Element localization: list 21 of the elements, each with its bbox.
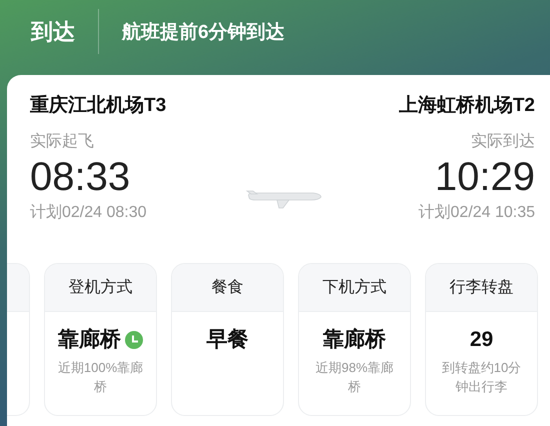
arrival-time: 10:29 <box>434 154 535 200</box>
tile-title: 下机方式 <box>322 278 386 298</box>
departure-label: 实际起飞 <box>30 132 95 152</box>
tile-value: 靠廊桥 <box>323 326 386 353</box>
arrival-label: 实际到达 <box>471 132 535 152</box>
page-title: 到达 <box>31 18 75 46</box>
tile-note: 到转盘约10分钟出行李 <box>440 359 522 396</box>
planned-departure: 计划02/24 08:30 <box>30 202 148 223</box>
departure-airport: 重庆江北机场T3 <box>30 94 166 118</box>
departure-time: 08:33 <box>30 154 132 200</box>
flight-status: 航班提前6分钟到达 <box>122 20 285 44</box>
tile-value: 29 <box>470 327 494 353</box>
tile-note: 近期98%靠廊桥 <box>314 359 395 396</box>
tile-title: 行李转盘 <box>450 278 514 298</box>
tile-note: 近期100%靠廊桥 <box>56 359 144 396</box>
tile-value: 靠廊桥 <box>58 326 121 353</box>
tile-title: 餐食 <box>212 278 244 298</box>
tile-value: 早餐 <box>206 327 248 353</box>
tile-title: 登机方式 <box>68 278 132 298</box>
arrival-airport: 上海虹桥机场T2 <box>398 94 535 118</box>
planned-arrival: 计划02/24 10:35 <box>418 202 535 223</box>
